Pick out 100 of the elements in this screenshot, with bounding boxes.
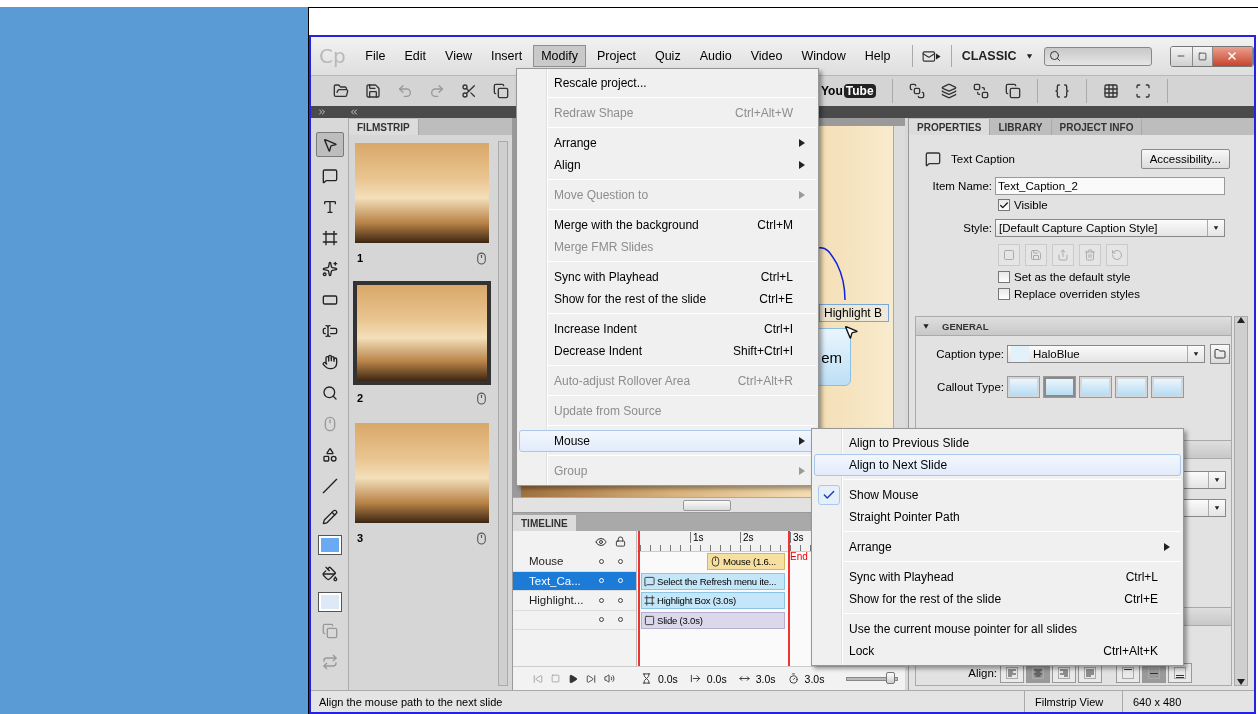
folder-button[interactable] [1210,344,1230,364]
caption-type-dropdown[interactable]: HaloBlue [1007,345,1205,363]
start-time-icon [689,673,701,684]
expand-icon[interactable] [317,107,327,117]
callout-option[interactable] [1007,376,1040,398]
menu-bar-item[interactable]: Window [793,45,854,67]
speech-bubble-icon [321,167,338,184]
play-icon[interactable] [568,673,578,684]
slider-thumb[interactable] [886,671,896,684]
search-icon[interactable] [1048,50,1061,62]
status-message: Align the mouse path to the next slide [318,695,504,708]
save-icon[interactable] [365,83,381,99]
visible-checkbox[interactable]: Visible [998,199,1248,211]
menu-item[interactable]: Sync with Playhead Ctrl+L [519,266,816,288]
close-button[interactable] [1212,46,1253,66]
callout-option[interactable] [1043,376,1076,398]
mail-icon[interactable] [922,48,937,64]
stopwatch-icon [787,673,799,684]
speaker-icon[interactable] [604,673,615,684]
scroll-thumb[interactable] [683,499,731,511]
trash-icon [1084,249,1096,261]
scrollbar[interactable] [498,141,508,686]
collapse-icon[interactable] [349,107,359,117]
maximize-button[interactable] [1192,46,1213,66]
end-label: End [790,551,808,562]
style-option-checkbox[interactable]: Replace overriden styles [998,288,1248,300]
layers-icon[interactable] [940,83,957,99]
item-name-field[interactable]: Text_Caption_2 [995,177,1225,195]
style-dropdown[interactable]: [Default Capture Caption Style] [995,219,1225,237]
callout-option[interactable] [1151,376,1184,398]
field-label: Align: [967,667,998,679]
workspace-switcher[interactable]: CLASSIC [961,49,1034,63]
timeline-bar[interactable]: Highlight Box (3.0s) [641,592,785,610]
color-swatch[interactable] [317,592,342,612]
menu-bar-item[interactable]: Help [856,45,899,67]
menu-bar-item[interactable]: Video [742,45,791,67]
accessibility-button[interactable]: Accessibility... [1140,149,1230,169]
brackets-icon[interactable] [1053,83,1070,99]
callout-option[interactable] [1115,376,1148,398]
skip-forward-icon[interactable] [586,673,596,684]
timeline-bar[interactable]: Slide (3.0s) [641,611,785,629]
menu-item[interactable]: Rescale project... [519,72,816,94]
bring-to-front-icon[interactable] [908,83,925,99]
send-to-back-icon[interactable] [972,83,989,99]
menu-bar-item[interactable]: Audio [691,45,740,67]
menu-item[interactable]: Straight Pointer Path [814,506,1181,528]
checkbox[interactable] [998,288,1010,300]
menu-item[interactable]: Align to Next Slide [814,454,1181,476]
minimize-button[interactable] [1170,46,1193,66]
menu-item[interactable]: Show Mouse [814,484,1181,506]
layer-row[interactable]: Mouse [513,552,636,572]
frame-icon [644,595,655,607]
frame-select-icon[interactable] [1134,83,1151,99]
check-icon [999,199,1009,211]
style-option-checkbox[interactable]: Set as the default style [998,271,1248,283]
end-marker-line[interactable] [788,531,790,666]
color-swatch[interactable] [317,535,342,555]
scissors-icon[interactable] [461,83,477,99]
pointer-icon [321,136,338,153]
menu-bar-item[interactable]: Insert [482,45,531,67]
stacked-squares-icon[interactable] [1004,83,1021,99]
folder-icon[interactable] [333,83,349,99]
menu-bar-item[interactable]: Project [589,45,644,67]
checkbox[interactable] [998,199,1010,211]
section-header[interactable]: GENERAL [916,317,1231,336]
panel-tab[interactable]: TIMELINE [513,515,577,531]
menu-item[interactable]: Show for the rest of the slide Ctrl+E [519,288,816,310]
time-readout: 3.0s [804,672,825,685]
menu-item[interactable]: Align [519,154,816,176]
caption-style-swatch [1011,346,1029,362]
callout-option[interactable] [1079,376,1112,398]
menu-item[interactable]: Show for the rest of the slide Ctrl+E [814,588,1181,610]
shortcut-text: Ctrl+Alt+K [1103,644,1159,658]
menu-bar-item[interactable]: View [437,45,480,67]
search-field[interactable] [1043,46,1152,66]
copy-icon[interactable] [493,83,509,99]
menu-bar-item[interactable]: File [357,45,394,67]
menu-item[interactable]: Arrange [519,132,816,154]
menu-item[interactable]: Lock Ctrl+Alt+K [814,640,1181,662]
slide-number: 1 [357,252,364,264]
layer-row[interactable]: Highlight... [513,591,636,611]
scroll-up-icon[interactable] [1237,317,1245,323]
menu-item[interactable]: Align to Previous Slide [814,432,1181,454]
scroll-down-icon[interactable] [1237,679,1245,685]
checkbox[interactable] [998,271,1010,283]
lock-icon [615,536,626,547]
tool-button[interactable] [315,132,344,157]
grid-icon[interactable] [1102,83,1119,99]
menu-item[interactable]: Merge with the background Ctrl+M [519,214,816,236]
menu-bar-item[interactable]: Modify [533,45,587,67]
timeline-bar[interactable]: Mouse (1.6... [707,553,785,571]
scrollbar[interactable] [1234,316,1248,686]
panel-tab[interactable]: PROPERTIES [909,119,991,135]
menu-item[interactable]: Use the current mouse pointer for all slides [814,618,1181,640]
menu-item[interactable]: Sync with Playhead Ctrl+L [814,566,1181,588]
timeline-bar[interactable]: Select the Refresh menu ite... [641,572,785,590]
menu-bar-item[interactable]: Edit [396,45,435,67]
magnifier-icon [321,384,338,401]
menu-bar-item[interactable]: Quiz [646,45,689,67]
panel-tab[interactable]: FILMSTRIP [349,119,419,135]
